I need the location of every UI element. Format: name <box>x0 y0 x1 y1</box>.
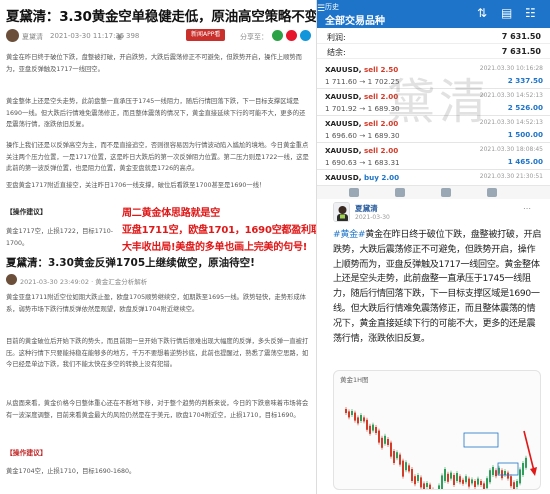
advice-section-label: 【操作建议】 <box>6 208 47 216</box>
post-text: 黄金在昨日终于破位下跌，盘整被打破，开启跌势，大跌后震荡修正不可避免，但跌势开启… <box>333 230 542 344</box>
order-symbol-text: XAUUSD, <box>325 92 362 101</box>
history-label: 历史 <box>325 3 339 11</box>
order-side: buy 2.00 <box>363 173 400 182</box>
article-paragraph: 目前的黄金破位后开始下跌的势头，而且前期一旦开始下跌行情后很难出现大幅度的反弹，… <box>6 338 309 369</box>
sort-icon[interactable]: ⇅ <box>477 6 487 20</box>
article-paragraph: 亚盘黄金1717附近直接空，关注昨日1706一线支撑，破位后看跌至1700甚至是… <box>6 182 266 189</box>
app-header: ☰ 历史 全部交易品种 ⇅ ▤ ☷ <box>317 0 550 28</box>
profit-label: 利润: <box>327 33 346 42</box>
wechat-share-icon[interactable] <box>272 30 283 41</box>
advice-section-label: 【操作建议】 <box>6 449 47 457</box>
view-count: 398 <box>126 32 140 40</box>
balance-label: 结余: <box>327 48 346 57</box>
qq-share-icon[interactable] <box>300 30 311 41</box>
price-chart-card[interactable]: 黄金1H图 <box>333 370 541 490</box>
article-paragraph: 操作上我们还是以反弹高空为主，而不是直接追空，否则很容易因为行情波动陷入尴尬的境… <box>6 142 309 173</box>
highlight-box <box>463 432 499 448</box>
order-profit: 1 500.00 <box>507 130 543 139</box>
menu-icon[interactable]: ☰ <box>317 2 325 16</box>
advice-text: 黄金1717空，止损1722，目标1710-1700。 <box>6 228 114 247</box>
post-time: 2021-03-30 <box>355 214 390 221</box>
second-article-meta-text: 2021-03-30 23:49:02 · 黄金汇金分析解析 <box>20 278 148 286</box>
order-price-range: 1 696.60 → 1 689.30 <box>325 131 400 140</box>
article-paragraph: 黄金整体上还是空头走势，此前盘整一直承压于1745一线阻力，随后行情回落下跌，下… <box>6 98 306 129</box>
trading-app-panel: ☰ 历史 全部交易品种 ⇅ ▤ ☷ 利润: 7 631.50 结余: 7 631… <box>316 0 550 494</box>
article-panel: 夏黛清：3.30黄金空单稳健走低，原油高空策略不变! 夏黛清 2021-03-3… <box>0 0 316 494</box>
article-paragraph: 从盘面来看，黄金价格今日整体重心还在不断地下移，对于整个趋势的判断来说，今日的下… <box>6 400 309 419</box>
weibo-share-icon[interactable] <box>286 30 297 41</box>
article-meta: 夏黛清 2021-03-30 11:17:35 ◉ 398 新闻APP看 分享至… <box>6 28 312 44</box>
order-profit: 2 337.50 <box>507 76 543 85</box>
profit-annotation-line: 亚盘1711空，欧盘1701，1690空都盈利取得 <box>122 225 316 236</box>
calendar-icon[interactable]: ▤ <box>501 6 512 20</box>
order-date: 2021.03.30 18:08:45 <box>479 146 543 153</box>
order-price-range: 1 690.63 → 1 683.31 <box>325 158 400 167</box>
post-hashtag[interactable]: #黄金# <box>333 230 366 240</box>
order-date: 2021.03.30 21:30:51 <box>479 173 543 180</box>
author-portrait-icon <box>334 203 349 221</box>
app-title: 全部交易品种 <box>325 16 385 27</box>
balance-row: 结余: 7 631.50 <box>317 45 550 59</box>
share-label: 分享至： <box>240 33 268 41</box>
more-options-icon[interactable]: ⋯ <box>523 204 531 213</box>
order-row[interactable]: XAUUSD, sell 2.00 1 690.63 → 1 683.31 2021… <box>317 143 550 170</box>
author-name[interactable]: 夏黛清 <box>22 32 43 42</box>
order-symbol-text: XAUUSD, <box>325 119 362 128</box>
author-avatar[interactable] <box>6 274 17 285</box>
post-author-name[interactable]: 夏黛清 <box>355 203 378 214</box>
publish-datetime: 2021-03-30 11:17:35 <box>50 32 125 40</box>
candlestick-chart <box>345 407 537 489</box>
advice-text: 黄金1704空，止损1710，目标1690-1680。 <box>6 468 136 475</box>
trade-tab-icon[interactable] <box>441 188 451 197</box>
trend-arrow-head <box>530 467 537 476</box>
order-profit: 2 526.00 <box>507 103 543 112</box>
order-symbol: XAUUSD, buy 2.00 <box>325 173 399 182</box>
order-symbol-text: XAUUSD, <box>325 173 362 182</box>
history-tab-icon[interactable] <box>487 188 497 197</box>
chart-tab-icon[interactable] <box>395 188 405 197</box>
chart-title: 黄金1H图 <box>340 376 369 384</box>
second-article-title[interactable]: 夏黛清：3.30黄金反弹1705上继续做空，原油待空! <box>6 255 312 270</box>
second-article-meta: 2021-03-30 23:49:02 · 黄金汇金分析解析 <box>6 273 312 287</box>
article-headline: 夏黛清：3.30黄金空单稳健走低，原油高空策略不变! <box>6 9 316 25</box>
profit-annotation-line: 大丰收出局!美盘的多单也画上完美的句号! <box>122 242 308 253</box>
author-avatar[interactable] <box>6 29 19 42</box>
post-author-block: 夏黛清 2021-03-30 ⋯ <box>333 202 543 224</box>
bottom-nav <box>317 185 550 199</box>
profit-value: 7 631.50 <box>501 32 541 41</box>
article-paragraph: 黄金在昨日终于破位下跌，盘整被打破，开启跌势，大跌后震荡修正不可避免，但跌势开启… <box>6 54 302 73</box>
order-side: sell 2.00 <box>363 146 399 155</box>
open-app-button[interactable]: 新闻APP看 <box>186 29 226 41</box>
watermark-logo: 黛清 <box>387 74 492 130</box>
quotes-tab-icon[interactable] <box>349 188 359 197</box>
profit-annotation-line: 周二黄金体思路就是空 <box>122 208 220 219</box>
post-body: #黄金#黄金在昨日终于破位下跌，盘整被打破，开启跌势，大跌后震荡修正不可避免，但… <box>333 228 543 346</box>
order-symbol-text: XAUUSD, <box>325 146 362 155</box>
order-symbol-text: XAUUSD, <box>325 65 362 74</box>
eye-icon: ◉ <box>116 32 123 41</box>
order-profit: 1 465.00 <box>507 157 543 166</box>
author-avatar[interactable] <box>333 202 350 222</box>
order-symbol: XAUUSD, sell 2.00 <box>325 146 398 155</box>
profit-row: 利润: 7 631.50 <box>317 30 550 44</box>
list-icon[interactable]: ☷ <box>525 6 536 20</box>
balance-value: 7 631.50 <box>501 47 541 56</box>
article-paragraph: 黄金亚盘1711附近空位如期大跌止盈，欧盘1705顺势继续空，如期跌至1695一… <box>6 294 306 313</box>
